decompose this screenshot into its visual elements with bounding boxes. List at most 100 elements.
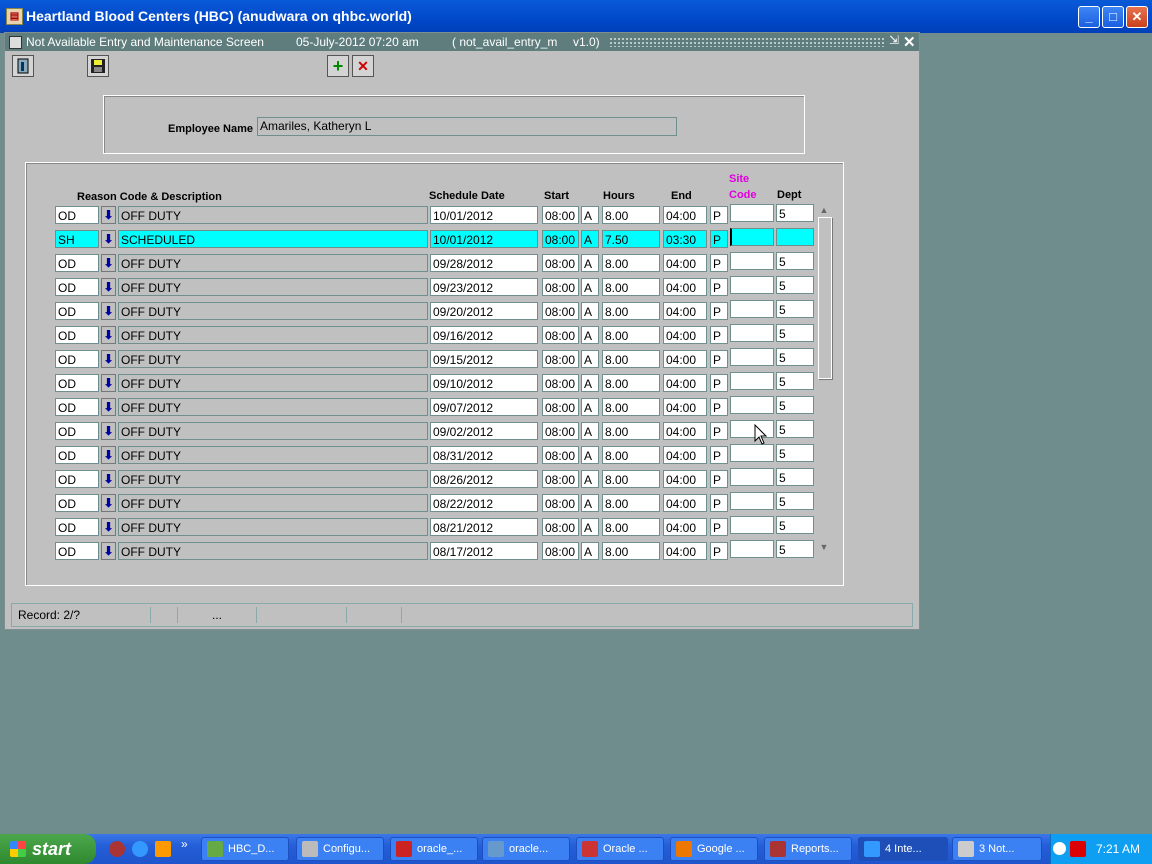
hours-field[interactable]: 8.00	[602, 350, 660, 368]
start-time-field[interactable]: 08:00	[542, 230, 579, 248]
dept-field[interactable]: 5	[776, 540, 814, 558]
reason-code-field[interactable]: OD	[55, 374, 99, 392]
start-ampm-field[interactable]: A	[581, 302, 599, 320]
end-ampm-field[interactable]: P	[710, 278, 728, 296]
start-time-field[interactable]: 08:00	[542, 302, 579, 320]
end-time-field[interactable]: 04:00	[663, 422, 707, 440]
end-time-field[interactable]: 04:00	[663, 494, 707, 512]
taskbar-task[interactable]: Google ...	[670, 837, 758, 861]
hours-field[interactable]: 8.00	[602, 302, 660, 320]
table-row[interactable]: OD ⬇ OFF DUTY 08/22/2012 08:00 A 8.00 04:00 P 5	[26, 492, 826, 514]
end-time-field[interactable]: 04:00	[663, 278, 707, 296]
start-time-field[interactable]: 08:00	[542, 398, 579, 416]
schedule-date-field[interactable]: 09/23/2012	[430, 278, 538, 296]
reason-code-field[interactable]: OD	[55, 326, 99, 344]
lov-arrow-icon[interactable]: ⬇	[101, 302, 116, 320]
antivirus-icon[interactable]	[1070, 841, 1086, 857]
end-time-field[interactable]: 03:30	[663, 230, 707, 248]
reason-code-field[interactable]: OD	[55, 350, 99, 368]
table-row[interactable]: OD ⬇ OFF DUTY 09/10/2012 08:00 A 8.00 04:00 P 5	[26, 372, 826, 394]
maximize-button[interactable]: □	[1102, 6, 1124, 28]
end-ampm-field[interactable]: P	[710, 494, 728, 512]
taskbar-task[interactable]: Oracle ...	[576, 837, 664, 861]
end-time-field[interactable]: 04:00	[663, 350, 707, 368]
dept-field[interactable]: 5	[776, 252, 814, 270]
outlook-icon[interactable]	[155, 841, 171, 857]
hours-field[interactable]: 8.00	[602, 422, 660, 440]
reason-code-field[interactable]: OD	[55, 206, 99, 224]
schedule-date-field[interactable]: 09/10/2012	[430, 374, 538, 392]
lov-arrow-icon[interactable]: ⬇	[101, 518, 116, 536]
scroll-down-icon[interactable]: ▼	[817, 542, 831, 554]
end-time-field[interactable]: 04:00	[663, 206, 707, 224]
start-ampm-field[interactable]: A	[581, 518, 599, 536]
reason-desc-field[interactable]: OFF DUTY	[118, 278, 428, 296]
dept-field[interactable]: 5	[776, 396, 814, 414]
table-row[interactable]: OD ⬇ OFF DUTY 08/31/2012 08:00 A 8.00 04:00 P 5	[26, 444, 826, 466]
table-row[interactable]: OD ⬇ OFF DUTY 08/21/2012 08:00 A 8.00 04:00 P 5	[26, 516, 826, 538]
schedule-date-field[interactable]: 09/20/2012	[430, 302, 538, 320]
reason-desc-field[interactable]: OFF DUTY	[118, 374, 428, 392]
schedule-date-field[interactable]: 09/15/2012	[430, 350, 538, 368]
taskbar-task[interactable]: HBC_D...	[201, 837, 289, 861]
end-ampm-field[interactable]: P	[710, 254, 728, 272]
end-time-field[interactable]: 04:00	[663, 398, 707, 416]
reason-desc-field[interactable]: OFF DUTY	[118, 518, 428, 536]
start-time-field[interactable]: 08:00	[542, 278, 579, 296]
dept-field[interactable]: 5	[776, 492, 814, 510]
reason-desc-field[interactable]: OFF DUTY	[118, 422, 428, 440]
start-time-field[interactable]: 08:00	[542, 374, 579, 392]
taskbar-task[interactable]: oracle...	[482, 837, 570, 861]
start-time-field[interactable]: 08:00	[542, 350, 579, 368]
minimize-button[interactable]: _	[1078, 6, 1100, 28]
dept-field[interactable]: 5	[776, 300, 814, 318]
lov-arrow-icon[interactable]: ⬇	[101, 326, 116, 344]
start-ampm-field[interactable]: A	[581, 494, 599, 512]
hours-field[interactable]: 8.00	[602, 542, 660, 560]
hours-field[interactable]: 7.50	[602, 230, 660, 248]
lov-arrow-icon[interactable]: ⬇	[101, 542, 116, 560]
schedule-date-field[interactable]: 08/17/2012	[430, 542, 538, 560]
dept-field[interactable]: 5	[776, 372, 814, 390]
schedule-date-field[interactable]: 10/01/2012	[430, 206, 538, 224]
taskbar-task[interactable]: oracle_...	[390, 837, 478, 861]
reason-desc-field[interactable]: OFF DUTY	[118, 494, 428, 512]
table-row[interactable]: OD ⬇ OFF DUTY 08/17/2012 08:00 A 8.00 04:00 P 5	[26, 540, 826, 562]
site-code-field[interactable]	[730, 396, 774, 414]
start-ampm-field[interactable]: A	[581, 350, 599, 368]
reason-code-field[interactable]: OD	[55, 494, 99, 512]
start-time-field[interactable]: 08:00	[542, 254, 579, 272]
start-time-field[interactable]: 08:00	[542, 422, 579, 440]
internet-explorer-icon[interactable]	[132, 841, 148, 857]
form-close-icon[interactable]: ✕	[903, 33, 916, 51]
site-code-field[interactable]	[730, 492, 774, 510]
reason-code-field[interactable]: OD	[55, 278, 99, 296]
form-icon[interactable]	[9, 36, 22, 49]
site-code-field[interactable]	[730, 372, 774, 390]
schedule-date-field[interactable]: 10/01/2012	[430, 230, 538, 248]
reason-desc-field[interactable]: OFF DUTY	[118, 254, 428, 272]
employee-name-field[interactable]: Amariles, Katheryn L	[257, 117, 677, 136]
lov-arrow-icon[interactable]: ⬇	[101, 470, 116, 488]
site-code-field[interactable]	[730, 204, 774, 222]
site-code-field[interactable]	[730, 468, 774, 486]
start-time-field[interactable]: 08:00	[542, 518, 579, 536]
site-code-field[interactable]	[730, 276, 774, 294]
end-time-field[interactable]: 04:00	[663, 326, 707, 344]
start-ampm-field[interactable]: A	[581, 374, 599, 392]
site-code-field[interactable]	[730, 516, 774, 534]
end-ampm-field[interactable]: P	[710, 422, 728, 440]
form-minimize-icon[interactable]: ⇲	[889, 33, 899, 47]
start-ampm-field[interactable]: A	[581, 254, 599, 272]
hours-field[interactable]: 8.00	[602, 206, 660, 224]
reason-code-field[interactable]: OD	[55, 422, 99, 440]
start-ampm-field[interactable]: A	[581, 470, 599, 488]
reason-code-field[interactable]: OD	[55, 542, 99, 560]
table-row[interactable]: OD ⬇ OFF DUTY 09/16/2012 08:00 A 8.00 04:00 P 5	[26, 324, 826, 346]
hours-field[interactable]: 8.00	[602, 326, 660, 344]
start-time-field[interactable]: 08:00	[542, 326, 579, 344]
hours-field[interactable]: 8.00	[602, 518, 660, 536]
schedule-date-field[interactable]: 09/07/2012	[430, 398, 538, 416]
taskbar-task[interactable]: 3 Not...	[952, 837, 1042, 861]
taskbar-task[interactable]: 4 Inte...	[858, 837, 948, 861]
